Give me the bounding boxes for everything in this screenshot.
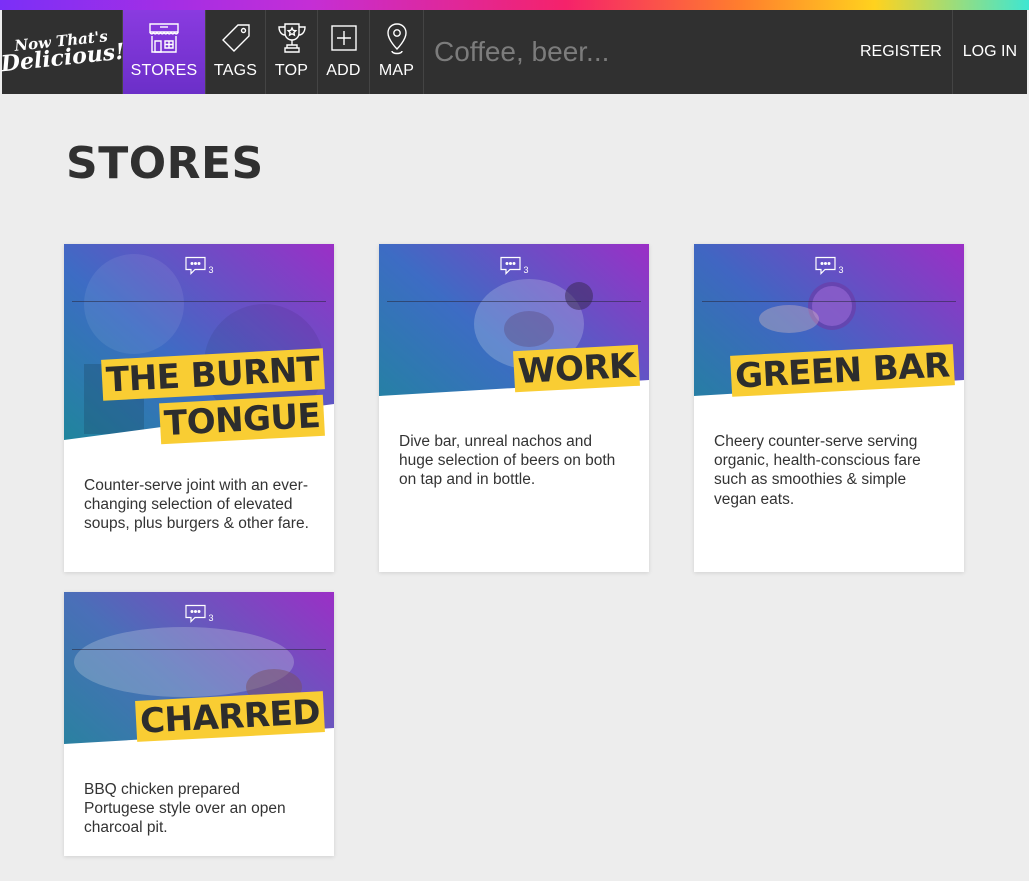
nav-top[interactable]: TOP [266, 10, 318, 94]
comment-icon [185, 256, 206, 275]
login-link[interactable]: LOG IN [953, 10, 1027, 94]
nav-map-label: MAP [378, 62, 415, 79]
store-title-line-1: WORK [513, 344, 640, 393]
comment-icon [815, 256, 836, 275]
store-card[interactable]: 3 GREEN BAR Cheery counter-serve serving… [694, 244, 964, 572]
comment-indicator[interactable]: 3 [814, 256, 844, 275]
add-icon [326, 20, 362, 56]
comment-icon [185, 604, 206, 623]
nav-tags-label: TAGS [213, 62, 258, 79]
tag-icon [218, 20, 254, 56]
hero-divider [702, 301, 956, 302]
store-description: Dive bar, unreal nachos and huge selecti… [399, 433, 616, 489]
map-pin-icon [379, 20, 415, 56]
store-title[interactable]: CHARRED [135, 691, 325, 742]
store-title[interactable]: WORK [513, 344, 640, 393]
store-hero-image[interactable]: 3 THE BURNT TONGUE [64, 244, 334, 472]
page-title: STORES [66, 138, 264, 189]
comment-icon [500, 256, 521, 275]
register-link[interactable]: REGISTER [848, 10, 953, 94]
store-title[interactable]: GREEN BAR [730, 344, 955, 397]
store-description: Counter-serve joint with an ever-changin… [84, 477, 309, 533]
comment-indicator[interactable]: 3 [184, 604, 214, 623]
comment-indicator[interactable]: 3 [184, 256, 214, 275]
store-title-line-2: TONGUE [158, 394, 325, 445]
comment-indicator[interactable]: 3 [499, 256, 529, 275]
store-icon [146, 20, 182, 56]
comment-count: 3 [523, 265, 529, 275]
store-title-line-1: THE BURNT [101, 348, 325, 401]
store-title-line-1: CHARRED [135, 691, 325, 742]
nav-tags[interactable]: TAGS [206, 10, 266, 94]
hero-divider [72, 649, 326, 650]
store-title-line-1: GREEN BAR [730, 344, 955, 397]
nav-add-label: ADD [326, 62, 361, 79]
hero-divider [72, 301, 326, 302]
nav-stores-label: STORES [130, 62, 198, 79]
trophy-icon [274, 20, 310, 56]
search-input[interactable] [434, 36, 834, 68]
top-nav: Now That's Delicious! STORES TAGS TOP AD… [0, 10, 1027, 94]
store-card[interactable]: 3 CHARRED BBQ chicken prepared Portugese… [64, 592, 334, 856]
search-bar [424, 10, 848, 94]
nav-stores[interactable]: STORES [123, 10, 206, 94]
comment-count: 3 [208, 265, 214, 275]
nav-add[interactable]: ADD [318, 10, 370, 94]
store-description: BBQ chicken prepared Portugese style ove… [84, 781, 286, 837]
nav-top-label: TOP [274, 62, 309, 79]
comment-count: 3 [208, 613, 214, 623]
store-title[interactable]: THE BURNT TONGUE [101, 348, 325, 445]
hero-divider [387, 301, 641, 302]
store-card[interactable]: 3 WORK Dive bar, unreal nachos and huge … [379, 244, 649, 572]
store-description: Cheery counter-serve serving organic, he… [714, 433, 921, 508]
store-card[interactable]: 3 THE BURNT TONGUE Counter-serve joint w… [64, 244, 334, 572]
nav-map[interactable]: MAP [370, 10, 424, 94]
comment-count: 3 [838, 265, 844, 275]
brand-rainbow-bar [0, 0, 1029, 10]
logo[interactable]: Now That's Delicious! [0, 10, 126, 94]
